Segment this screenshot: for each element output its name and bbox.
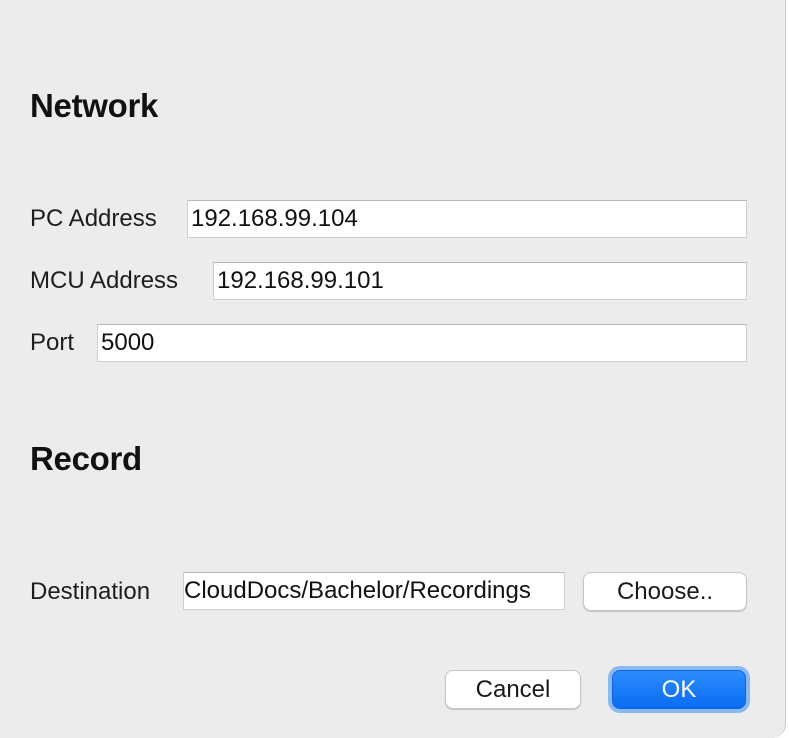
network-heading: Network (30, 87, 159, 124)
choose-destination-button[interactable]: Choose.. (583, 572, 747, 611)
pc-address-input[interactable] (187, 200, 747, 238)
port-input[interactable] (97, 324, 747, 362)
destination-label: Destination (30, 578, 151, 605)
mcu-address-input[interactable] (213, 262, 747, 300)
port-label: Port (30, 329, 75, 356)
ok-button[interactable]: OK (612, 670, 746, 709)
record-heading: Record (30, 440, 142, 477)
preferences-dialog: Network PC Address MCU Address Port Reco… (0, 0, 786, 738)
destination-input[interactable] (183, 572, 565, 610)
pc-address-label: PC Address (30, 205, 157, 232)
cancel-button[interactable]: Cancel (445, 670, 581, 709)
mcu-address-label: MCU Address (30, 267, 179, 294)
